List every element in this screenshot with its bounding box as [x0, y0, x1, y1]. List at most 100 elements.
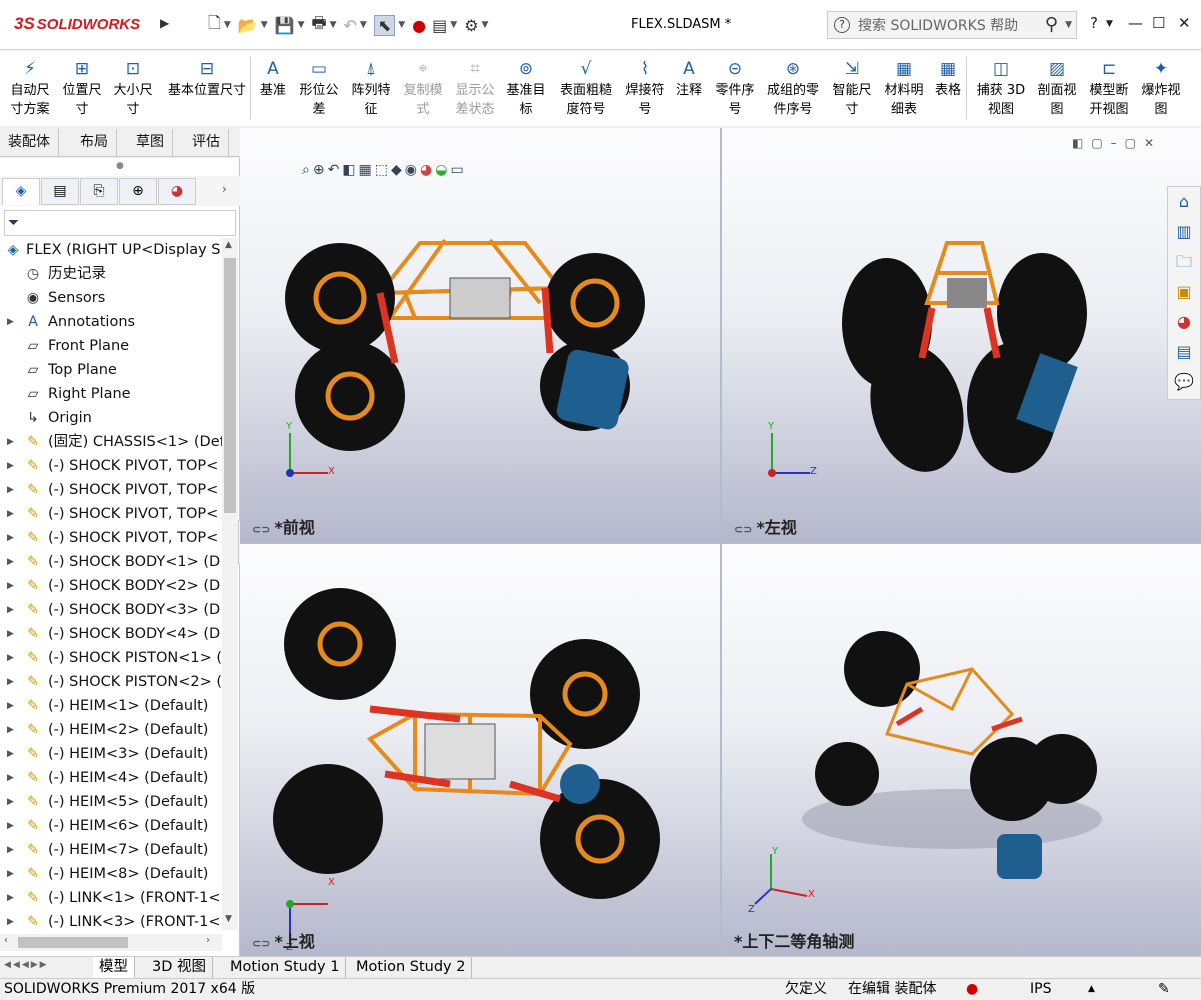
bottom-tab-0[interactable]: 模型 — [93, 957, 135, 979]
rebuild-status-icon[interactable]: ● — [966, 979, 978, 1000]
tab-2[interactable]: 草图 — [128, 129, 173, 156]
tab-3[interactable]: 评估 — [184, 129, 229, 156]
viewport-top[interactable]: X Z ⊂⊃ *上视 — [240, 544, 720, 956]
tree-filter[interactable]: ⏷ — [4, 210, 236, 236]
ribbon-button-18[interactable]: ◫ 捕获 3D 视图 — [972, 51, 1030, 121]
configuration-manager-tab-icon[interactable]: ⎘ — [80, 178, 118, 205]
scroll-right-arrow-icon[interactable]: › — [206, 935, 210, 946]
ribbon-button-5[interactable]: ▭ 形位公 差 — [293, 51, 345, 121]
home-icon[interactable]: ⌂ — [1168, 187, 1200, 217]
expand-arrow-icon[interactable]: ▶ — [7, 478, 14, 502]
expand-arrow-icon[interactable]: ▶ — [7, 862, 14, 886]
tab-0[interactable]: 装配体 — [0, 129, 59, 156]
units-dropdown-icon[interactable]: ▲ — [1088, 979, 1095, 1000]
search-icon[interactable]: ⚲ — [1045, 14, 1058, 35]
expand-arrow-icon[interactable]: ▶ — [7, 910, 14, 928]
options-dropdown-icon[interactable]: ▼ — [482, 20, 489, 30]
ribbon-button-6[interactable]: ⍋ 阵列特 征 — [345, 51, 397, 121]
help-button[interactable]: ? — [1090, 14, 1098, 32]
maximize-button[interactable]: ☐ — [1152, 14, 1165, 32]
expand-arrow-icon[interactable]: ▶ — [7, 430, 14, 454]
dimxpert-manager-tab-icon[interactable]: ⊕ — [119, 178, 157, 205]
help-dropdown-icon[interactable]: ▼ — [1106, 19, 1113, 29]
viewport-front[interactable]: ⌕ ⊕ ↶ ◧ ▦ ⬚ ◆ ◉ ◕ ◒ ▭ Y X ⊂⊃ *前视 — [240, 128, 720, 542]
search-input[interactable]: 搜索 SOLIDWORKS 帮助 — [858, 15, 1018, 35]
view-palette-icon[interactable]: ▣ — [1168, 277, 1200, 307]
expand-arrow-icon[interactable]: ▶ — [7, 646, 14, 670]
ribbon-button-17[interactable]: ▦ 表格 — [930, 51, 966, 121]
expand-arrow-icon[interactable]: ▶ — [7, 550, 14, 574]
properties-dropdown-icon[interactable]: ▼ — [450, 20, 457, 30]
ribbon-button-0[interactable]: ⚡ 自动尺 寸方案 — [4, 51, 56, 121]
ribbon-button-11[interactable]: ⌇ 焊接符 号 — [620, 51, 670, 121]
minimize-button[interactable]: — — [1128, 14, 1143, 32]
scroll-up-arrow-icon[interactable]: ▲ — [225, 240, 232, 250]
tab-1[interactable]: 布局 — [72, 129, 117, 156]
save-icon[interactable]: 💾 — [275, 16, 295, 35]
file-explorer-icon[interactable]: 🗀 — [1168, 247, 1200, 277]
ribbon-button-14[interactable]: ⊛ 成组的零 件序号 — [760, 51, 826, 121]
menu-expand-arrow-icon[interactable]: ▶ — [160, 16, 169, 30]
select-dropdown-icon[interactable]: ▼ — [398, 20, 405, 30]
ribbon-button-8[interactable]: ⌗ 显示公 差状态 — [449, 51, 501, 121]
viewport-window-controls[interactable]: ◧▢–▢✕ — [1072, 136, 1162, 150]
viewport-left[interactable]: Y Z ◧▢–▢✕ ⊂⊃ *左视 — [722, 128, 1201, 542]
expand-arrow-icon[interactable]: ▶ — [7, 838, 14, 862]
file-properties-icon[interactable]: ▤ — [432, 16, 447, 35]
filter-funnel-icon[interactable]: ⏷ — [8, 215, 19, 231]
forum-icon[interactable]: 💬 — [1168, 367, 1200, 397]
save-dropdown-icon[interactable]: ▼ — [298, 20, 305, 30]
solidworks-logo[interactable]: 3S SOLIDWORKS — [14, 14, 140, 34]
tab-navigation-arrows-icon[interactable]: ◀◀◀▶▶ — [4, 960, 49, 970]
panel-splitter-handle[interactable]: ● — [116, 161, 124, 171]
expand-arrow-icon[interactable]: ▶ — [7, 694, 14, 718]
help-search-box[interactable]: ? 搜索 SOLIDWORKS 帮助 ⚲ ▼ — [827, 11, 1077, 39]
ribbon-button-12[interactable]: A 注释 — [672, 51, 706, 121]
search-dropdown-icon[interactable]: ▼ — [1065, 20, 1072, 30]
ribbon-button-21[interactable]: ✦ 爆炸视 图 — [1135, 51, 1187, 121]
ribbon-button-7[interactable]: ⌖ 复制模 式 — [397, 51, 449, 121]
ribbon-button-2[interactable]: ⊡ 大小尺 寸 — [108, 51, 158, 121]
tabs-scroll-right-icon[interactable]: › — [222, 182, 227, 196]
graphics-area[interactable]: ⌕ ⊕ ↶ ◧ ▦ ⬚ ◆ ◉ ◕ ◒ ▭ Y X ⊂⊃ *前视 Y Z ◧▢–… — [240, 128, 1201, 956]
ribbon-button-9[interactable]: ⊚ 基准目 标 — [503, 51, 549, 121]
options-gear-icon[interactable]: ⚙ — [464, 16, 478, 35]
close-button[interactable]: ✕ — [1178, 14, 1191, 32]
property-manager-tab-icon[interactable]: ▤ — [41, 178, 79, 205]
ribbon-button-19[interactable]: ▨ 剖面视 图 — [1032, 51, 1082, 121]
ribbon-button-16[interactable]: ▦ 材料明 细表 — [878, 51, 930, 121]
expand-arrow-icon[interactable]: ▶ — [7, 598, 14, 622]
expand-arrow-icon[interactable]: ▶ — [7, 526, 14, 550]
ribbon-button-13[interactable]: ⊝ 零件序 号 — [708, 51, 762, 121]
bottom-tab-3[interactable]: Motion Study 2 — [350, 957, 473, 979]
new-document-icon[interactable]: 🗋 — [208, 12, 221, 39]
scrollbar-thumb[interactable] — [18, 937, 128, 948]
viewport-isometric[interactable]: Y X Z *上下二等角轴测 — [722, 544, 1201, 956]
ribbon-button-15[interactable]: ⇲ 智能尺 寸 — [826, 51, 878, 121]
expand-arrow-icon[interactable]: ▶ — [7, 814, 14, 838]
expand-arrow-icon[interactable]: ▶ — [7, 310, 14, 334]
expand-arrow-icon[interactable]: ▶ — [7, 670, 14, 694]
expand-arrow-icon[interactable]: ▶ — [7, 790, 14, 814]
open-dropdown-icon[interactable]: ▼ — [261, 20, 268, 30]
expand-arrow-icon[interactable]: ▶ — [7, 454, 14, 478]
design-library-icon[interactable]: ▥ — [1168, 217, 1200, 247]
print-icon[interactable]: 🖶 — [311, 12, 326, 39]
scroll-left-arrow-icon[interactable]: ‹ — [4, 935, 8, 946]
bottom-tab-1[interactable]: 3D 视图 — [146, 957, 213, 979]
print-dropdown-icon[interactable]: ▼ — [330, 20, 337, 30]
appearances-icon[interactable]: ◕ — [1168, 307, 1200, 337]
bottom-tab-2[interactable]: Motion Study 1 — [224, 957, 347, 979]
ribbon-button-20[interactable]: ⊏ 模型断 开视图 — [1083, 51, 1135, 121]
new-dropdown-icon[interactable]: ▼ — [224, 20, 231, 30]
display-manager-tab-icon[interactable]: ◕ — [158, 178, 196, 205]
rebuild-traffic-light-icon[interactable]: ● — [412, 16, 426, 35]
expand-arrow-icon[interactable]: ▶ — [7, 622, 14, 646]
custom-properties-icon[interactable]: ▤ — [1168, 337, 1200, 367]
expand-arrow-icon[interactable]: ▶ — [7, 742, 14, 766]
expand-arrow-icon[interactable]: ▶ — [7, 718, 14, 742]
expand-arrow-icon[interactable]: ▶ — [7, 574, 14, 598]
scrollbar-thumb[interactable] — [224, 258, 236, 513]
tree-vertical-scrollbar[interactable]: ▲ ▼ — [222, 238, 238, 930]
open-document-icon[interactable]: 📂 — [238, 16, 258, 35]
